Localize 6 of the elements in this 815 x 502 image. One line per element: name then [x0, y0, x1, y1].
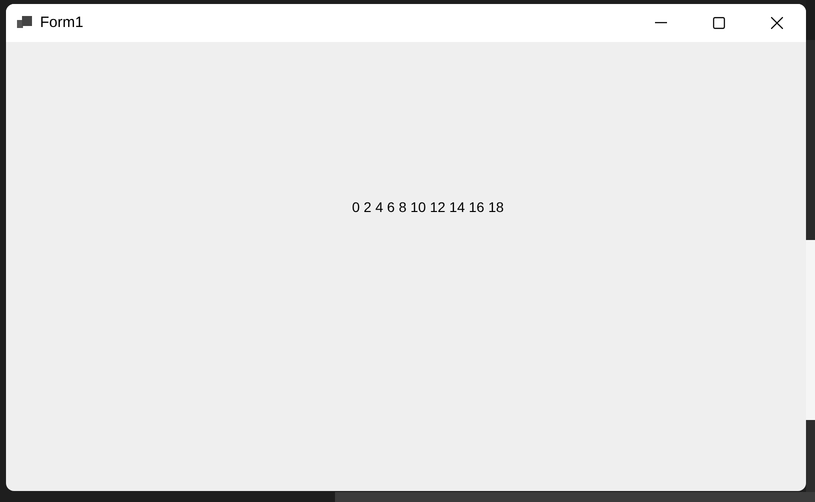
- output-label: 0 2 4 6 8 10 12 14 16 18: [352, 198, 504, 217]
- close-icon: [771, 17, 783, 29]
- maximize-icon: [713, 17, 725, 29]
- window-title: Form1: [40, 12, 84, 33]
- app-icon: [17, 16, 33, 30]
- minimize-icon: [655, 22, 667, 24]
